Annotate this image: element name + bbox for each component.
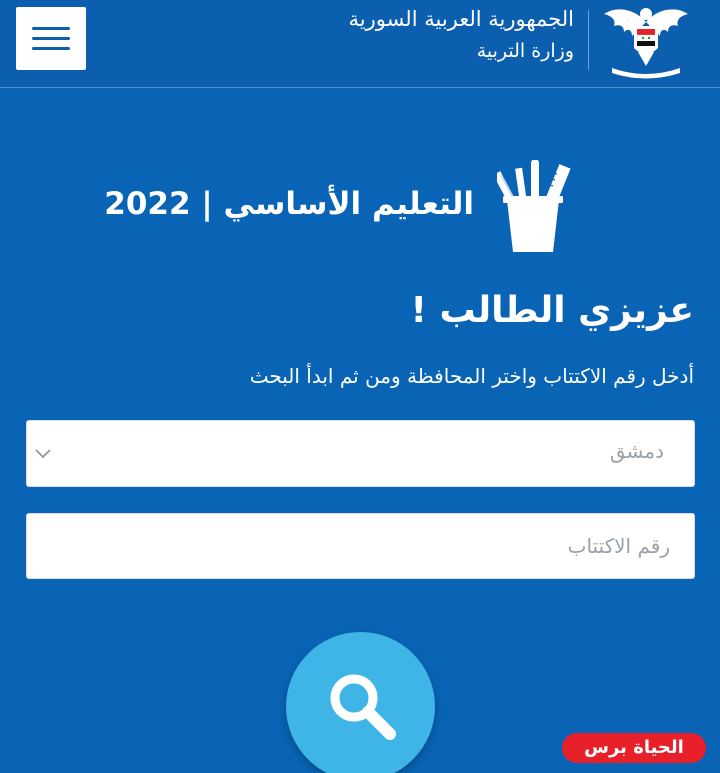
menu-button[interactable] [16, 7, 86, 70]
hamburger-menu-icon-bar [32, 47, 70, 50]
eagle-emblem-icon [604, 8, 688, 79]
greeting-heading: عزيزي الطالب ! [410, 290, 694, 331]
site-watermark: الحياة برس [562, 733, 706, 763]
header-divider [588, 10, 589, 70]
country-name: الجمهورية العربية السورية [348, 7, 574, 31]
ministry-title: الجمهورية العربية السورية وزارة التربية [348, 4, 574, 68]
pencil-cup-icon [497, 160, 571, 252]
chevron-down-icon [35, 449, 51, 459]
search-icon [330, 674, 396, 740]
governorate-select[interactable]: دمشق [26, 420, 695, 487]
site-header: الجمهورية العربية السورية وزارة التربية [0, 0, 720, 88]
subscription-number-input[interactable] [26, 513, 695, 579]
instructions-text: أدخل رقم الاكتتاب واختر المحافظة ومن ثم … [249, 364, 694, 388]
hamburger-menu-icon [32, 27, 70, 30]
exam-title-row: التعليم الأساسي | 2022 [0, 160, 720, 260]
hamburger-menu-icon-bar [32, 37, 70, 40]
ministry-name: وزارة التربية [476, 40, 574, 62]
governorate-selected-value: دمشق [609, 439, 664, 463]
search-button[interactable] [286, 632, 435, 773]
exam-title: التعليم الأساسي | 2022 [104, 186, 474, 222]
